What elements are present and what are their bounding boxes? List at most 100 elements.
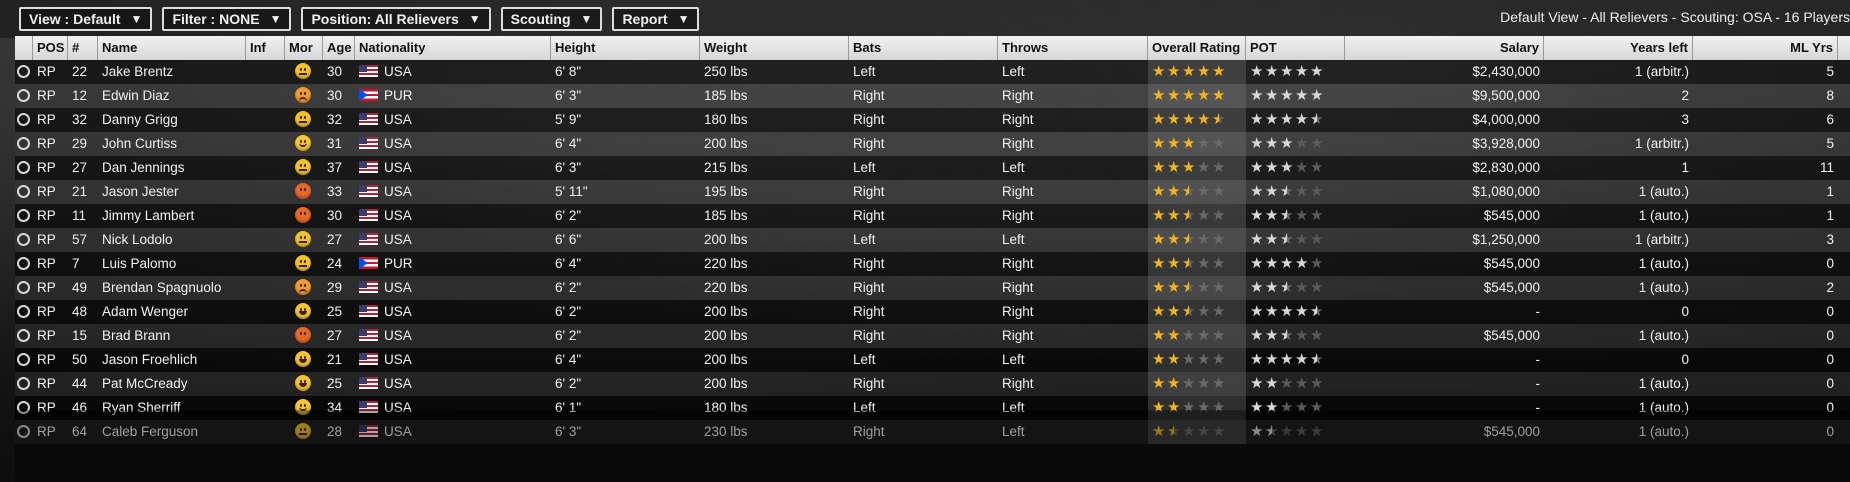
header-inf[interactable]: Inf — [246, 36, 285, 60]
radio-button-icon[interactable] — [17, 256, 30, 270]
header-name[interactable]: Name — [98, 36, 246, 60]
cell-ml-years: 0 — [1826, 328, 1834, 343]
header-mor[interactable]: Mor — [285, 36, 323, 60]
header-height[interactable]: Height — [551, 36, 700, 60]
row-select[interactable] — [15, 84, 33, 108]
cell-bats: Right — [853, 328, 885, 343]
row-select[interactable] — [15, 324, 33, 348]
radio-button-icon[interactable] — [17, 304, 30, 318]
radio-button-icon[interactable] — [17, 232, 30, 246]
header-number[interactable]: # — [68, 36, 98, 60]
radio-button-icon[interactable] — [17, 88, 30, 102]
cell-potential: ★★★★★ — [1246, 60, 1345, 84]
table-row[interactable]: RP 48 Adam Wenger 25 USA 6' 2" 200 lbs Right Rig… — [15, 300, 1850, 324]
header-nationality[interactable]: Nationality — [355, 36, 551, 60]
table-row[interactable]: RP 57 Nick Lodolo 27 USA 6' 6" 200 lbs Left Left… — [15, 228, 1850, 252]
row-select[interactable] — [15, 276, 33, 300]
radio-button-icon[interactable] — [17, 184, 30, 198]
row-select[interactable] — [15, 372, 33, 396]
cell-player-name[interactable]: Jason Froehlich — [98, 348, 246, 372]
star-icon: ★ — [1167, 207, 1182, 224]
star-icon: ★ — [1167, 327, 1182, 344]
header-years-left[interactable]: Years left — [1544, 36, 1693, 60]
star-icon: ★ — [1295, 87, 1310, 104]
nationality-code: USA — [384, 112, 412, 127]
radio-button-icon[interactable] — [17, 160, 30, 174]
cell-nationality: USA — [355, 108, 551, 132]
cell-player-name[interactable]: Luis Palomo — [98, 252, 246, 276]
row-select[interactable] — [15, 300, 33, 324]
radio-button-icon[interactable] — [17, 136, 30, 150]
table-row[interactable]: RP 44 Pat McCready 25 USA 6' 2" 200 lbs Right Ri… — [15, 372, 1850, 396]
cell-number: 29 — [72, 136, 88, 151]
cell-player-name[interactable]: Brad Brann — [98, 324, 246, 348]
row-select[interactable] — [15, 348, 33, 372]
header-throws[interactable]: Throws — [998, 36, 1148, 60]
header-bats[interactable]: Bats — [849, 36, 998, 60]
mouth — [299, 73, 307, 76]
table-row[interactable]: RP 27 Dan Jennings 37 USA 6' 3" 215 lbs Left Lef… — [15, 156, 1850, 180]
table-row[interactable]: RP 50 Jason Froehlich 21 USA 6' 4" 200 lbs Left… — [15, 348, 1850, 372]
cell-weight: 200 lbs — [704, 304, 748, 319]
scouting-dropdown[interactable]: Scouting ▼ — [500, 7, 603, 31]
cell-overall-rating: ★★★★★ — [1148, 324, 1246, 348]
row-select[interactable] — [15, 252, 33, 276]
cell-player-name[interactable]: Jimmy Lambert — [98, 204, 246, 228]
cell-player-name[interactable]: Dan Jennings — [98, 156, 246, 180]
cell-player-name[interactable]: Nick Lodolo — [98, 228, 246, 252]
table-row[interactable]: RP 11 Jimmy Lambert 30 USA 6' 2" 185 lbs Right R… — [15, 204, 1850, 228]
usa-flag-icon — [359, 281, 378, 294]
radio-button-icon[interactable] — [17, 328, 30, 342]
table-row[interactable]: RP 32 Danny Grigg 32 USA 5' 9" 180 lbs Right Rig… — [15, 108, 1850, 132]
row-select[interactable] — [15, 132, 33, 156]
row-select[interactable] — [15, 228, 33, 252]
table-row[interactable]: RP 22 Jake Brentz 30 USA 6' 8" 250 lbs Left Left… — [15, 60, 1850, 84]
table-row[interactable]: RP 12 Edwin Diaz 30 PUR 6' 3" 185 lbs Right Righ… — [15, 84, 1850, 108]
star-icon: ★ — [1182, 300, 1197, 324]
filter-dropdown[interactable]: Filter : NONE ▼ — [162, 7, 292, 31]
table-row[interactable]: RP 15 Brad Brann 27 USA 6' 2" 200 lbs Right Righ… — [15, 324, 1850, 348]
header-weight[interactable]: Weight — [700, 36, 849, 60]
cell-player-name[interactable]: Jason Jester — [98, 180, 246, 204]
radio-button-icon[interactable] — [17, 208, 30, 222]
cell-player-name[interactable]: Danny Grigg — [98, 108, 246, 132]
position-dropdown[interactable]: Position: All Relievers ▼ — [301, 7, 491, 31]
cell-inf — [246, 300, 285, 324]
view-summary: Default View - All Relievers - Scouting:… — [1500, 9, 1850, 25]
radio-button-icon[interactable] — [17, 352, 30, 366]
table-row[interactable]: RP 21 Jason Jester 33 USA 5' 11" 195 lbs Right R… — [15, 180, 1850, 204]
cell-player-name[interactable]: John Curtiss — [98, 132, 246, 156]
row-select[interactable] — [15, 204, 33, 228]
table-row[interactable]: RP 29 John Curtiss 31 USA 6' 4" 200 lbs Right Ri… — [15, 132, 1850, 156]
cell-player-name[interactable]: Brendan Spagnuolo — [98, 276, 246, 300]
radio-button-icon[interactable] — [17, 112, 30, 126]
row-select[interactable] — [15, 156, 33, 180]
row-select[interactable] — [15, 180, 33, 204]
cell-player-name[interactable]: Edwin Diaz — [98, 84, 246, 108]
star-icon: ★ — [1280, 351, 1295, 368]
table-row[interactable]: RP 7 Luis Palomo 24 PUR 6' 4" 220 lbs Right Righ… — [15, 252, 1850, 276]
row-select[interactable] — [15, 60, 33, 84]
cell-bats: Right — [853, 376, 885, 391]
star-icon: ★ — [1310, 348, 1325, 372]
radio-button-icon[interactable] — [17, 64, 30, 78]
cell-player-name[interactable]: Pat McCready — [98, 372, 246, 396]
header-salary[interactable]: Salary — [1345, 36, 1544, 60]
star-icon: ★ — [1310, 327, 1325, 344]
pur-flag-icon — [359, 89, 378, 102]
row-select[interactable] — [15, 108, 33, 132]
header-overall-rating[interactable]: Overall Rating — [1148, 36, 1246, 60]
radio-button-icon[interactable] — [17, 376, 30, 390]
star-icon: ★ — [1265, 231, 1280, 248]
table-row[interactable]: RP 49 Brendan Spagnuolo 29 USA 6' 2" 220 lbs Ri… — [15, 276, 1850, 300]
header-pos[interactable]: POS — [33, 36, 68, 60]
cell-salary: $545,000 — [1483, 256, 1540, 271]
report-dropdown[interactable]: Report ▼ — [612, 7, 700, 31]
header-age[interactable]: Age — [323, 36, 355, 60]
cell-player-name[interactable]: Adam Wenger — [98, 300, 246, 324]
view-dropdown[interactable]: View : Default ▼ — [19, 7, 153, 31]
header-ml-years[interactable]: ML Yrs — [1693, 36, 1838, 60]
radio-button-icon[interactable] — [17, 280, 30, 294]
cell-player-name[interactable]: Jake Brentz — [98, 60, 246, 84]
header-pot[interactable]: POT — [1246, 36, 1345, 60]
